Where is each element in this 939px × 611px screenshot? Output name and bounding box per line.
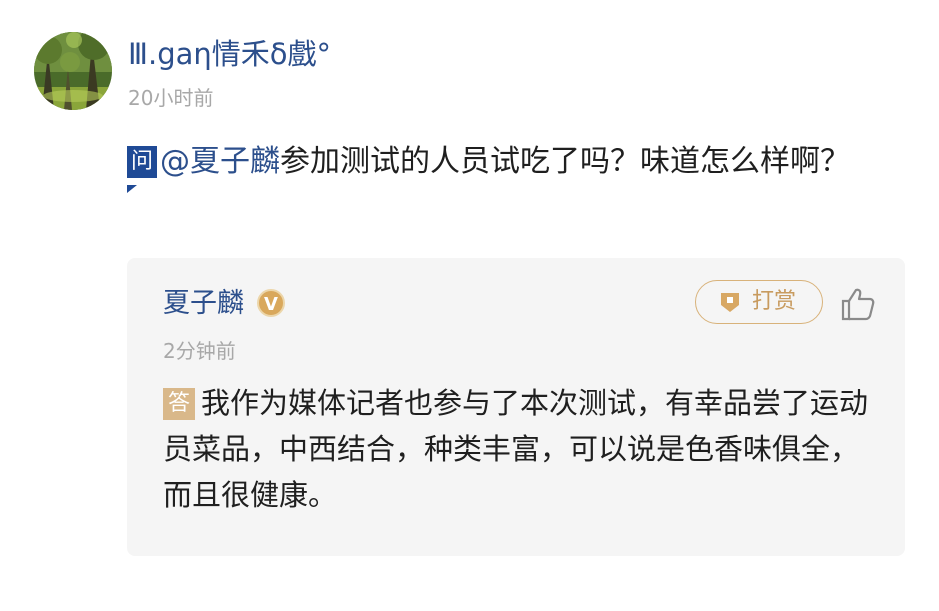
avatar[interactable] (34, 32, 112, 110)
answer-timestamp: 2分钟前 (163, 339, 236, 363)
gift-tag-icon (721, 293, 739, 312)
post-timestamp: 20小时前 (128, 86, 214, 110)
answer-badge: 答 (163, 388, 196, 420)
verified-badge: V (257, 289, 285, 317)
answerer-name[interactable]: 夏子麟 (163, 286, 244, 322)
tip-label: 打赏 (752, 289, 797, 314)
question-badge: 问 (127, 146, 157, 178)
answer-text: 我作为媒体记者也参与了本次测试，有幸品尝了运动员菜品，中西结合，种类丰富，可以说… (163, 386, 869, 512)
tip-button[interactable]: 打赏 (695, 280, 823, 324)
forest-avatar-image (34, 32, 112, 110)
thumbs-up-icon[interactable] (840, 286, 876, 322)
post-username[interactable]: Ⅲ.gaη情禾δ戲° (128, 34, 331, 74)
answer-card: 夏子麟 V 打赏 2分钟前 答我作为媒体记者也参与了本次测试，有幸品尝了运动员菜… (127, 258, 905, 556)
question-badge-tail (127, 185, 137, 193)
question-badge-wrap: 问 (127, 138, 160, 193)
question-text-block: 问 @夏子麟参加测试的人员试吃了吗？味道怎么样啊？ (127, 138, 907, 193)
question-text: 参加测试的人员试吃了吗？味道怎么样啊？ (280, 144, 851, 179)
mention-link[interactable]: @夏子麟 (160, 144, 280, 179)
answer-text-block: 答我作为媒体记者也参与了本次测试，有幸品尝了运动员菜品，中西结合，种类丰富，可以… (163, 380, 883, 518)
